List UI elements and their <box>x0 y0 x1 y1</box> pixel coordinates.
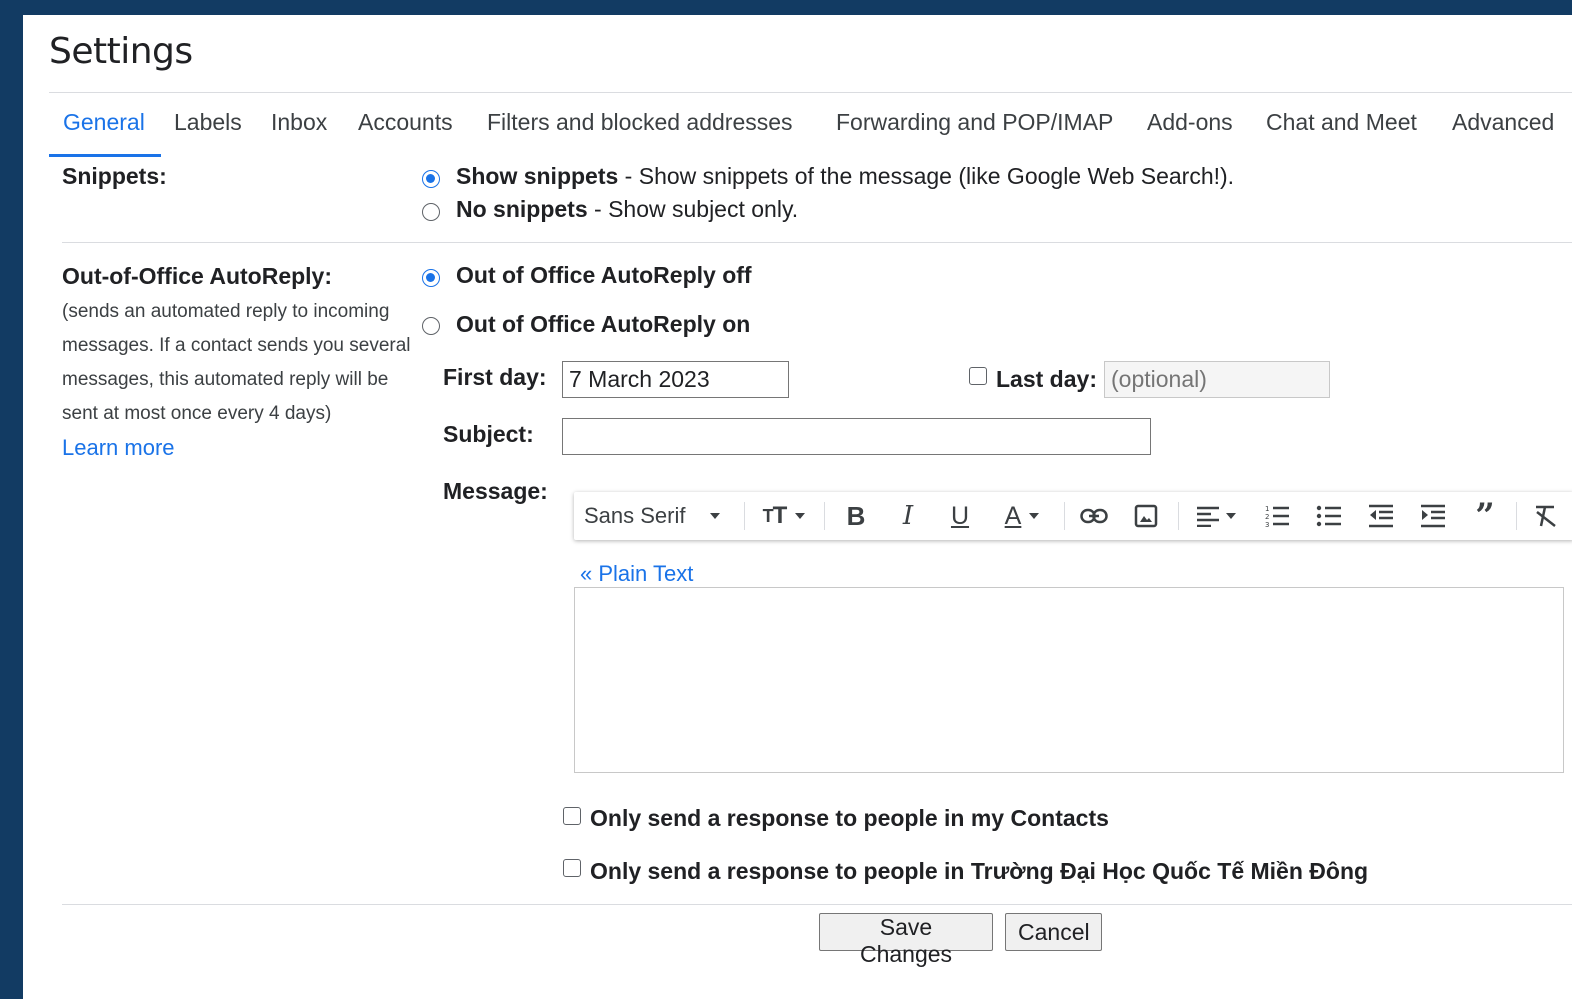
toolbar-separator <box>1516 502 1517 530</box>
last-day-checkbox[interactable] <box>969 367 987 385</box>
autoreply-on-title: Out of Office AutoReply on <box>456 311 751 337</box>
plain-text-link[interactable]: « Plain Text <box>580 561 693 587</box>
learn-more-link[interactable]: Learn more <box>62 435 175 460</box>
no-snippets-desc: - Show subject only. <box>587 196 799 222</box>
svg-text:1: 1 <box>1265 505 1269 513</box>
org-only-label: Only send a response to people in Trường… <box>590 858 1369 884</box>
footer-divider <box>62 904 1572 905</box>
settings-tabs: General Labels Inbox Accounts Filters an… <box>49 92 1572 158</box>
toolbar-separator <box>744 502 745 530</box>
message-label: Message: <box>443 478 548 504</box>
autoreply-off-option: Out of Office AutoReply off <box>456 262 752 289</box>
tab-filters[interactable]: Filters and blocked addresses <box>487 109 793 136</box>
tab-forwarding[interactable]: Forwarding and POP/IMAP <box>836 109 1113 136</box>
cancel-button[interactable]: Cancel <box>1005 913 1102 951</box>
no-snippets-radio[interactable] <box>422 203 440 221</box>
svg-text:3: 3 <box>1265 521 1269 528</box>
show-snippets-option: Show snippets - Show snippets of the mes… <box>456 163 1234 190</box>
numbered-list-icon[interactable]: 123 <box>1257 492 1297 540</box>
no-snippets-option: No snippets - Show subject only. <box>456 196 798 223</box>
indent-more-icon[interactable] <box>1413 492 1453 540</box>
toolbar-separator <box>1064 502 1065 530</box>
quote-icon[interactable]: ” <box>1465 492 1505 540</box>
indent-less-icon[interactable] <box>1361 492 1401 540</box>
autoreply-description: (sends an automated reply to incoming me… <box>62 295 422 467</box>
last-day-label: Last day: <box>996 366 1097 392</box>
autoreply-on-radio[interactable] <box>422 317 440 335</box>
section-divider <box>62 242 1572 243</box>
formatting-toolbar: Sans Serif TT B I U A 123 ” <box>574 492 1572 540</box>
show-snippets-radio[interactable] <box>422 170 440 188</box>
toolbar-separator <box>1178 502 1179 530</box>
bulleted-list-icon[interactable] <box>1309 492 1349 540</box>
tab-general[interactable]: General <box>63 109 145 136</box>
last-day-input[interactable] <box>1104 361 1330 398</box>
snippets-label: Snippets: <box>62 163 167 189</box>
first-day-input[interactable] <box>562 361 789 398</box>
autoreply-label: Out-of-Office AutoReply: <box>62 263 333 289</box>
link-icon[interactable] <box>1074 492 1114 540</box>
font-family-value: Sans Serif <box>584 503 686 528</box>
bold-icon[interactable]: B <box>836 492 876 540</box>
toolbar-separator <box>824 502 825 530</box>
font-family-dropdown[interactable]: Sans Serif <box>584 492 744 540</box>
settings-panel: Settings General Labels Inbox Accounts F… <box>23 15 1572 999</box>
page-title: Settings <box>49 31 193 72</box>
no-snippets-title: No snippets <box>456 196 588 222</box>
text-color-icon[interactable]: A <box>992 492 1052 540</box>
svg-text:2: 2 <box>1265 513 1269 521</box>
contacts-only-checkbox[interactable] <box>563 807 581 825</box>
autoreply-off-radio[interactable] <box>422 269 440 287</box>
autoreply-off-title: Out of Office AutoReply off <box>456 262 752 288</box>
subject-label: Subject: <box>443 421 534 447</box>
org-only-checkbox[interactable] <box>563 859 581 877</box>
tab-inbox[interactable]: Inbox <box>271 109 327 136</box>
show-snippets-title: Show snippets <box>456 163 619 189</box>
italic-icon[interactable]: I <box>888 492 928 540</box>
font-size-icon[interactable]: TT <box>752 492 816 540</box>
tab-accounts[interactable]: Accounts <box>358 109 453 136</box>
active-tab-indicator <box>49 154 161 157</box>
autoreply-description-text: (sends an automated reply to incoming me… <box>62 301 411 424</box>
subject-input[interactable] <box>562 418 1151 455</box>
chevron-down-icon <box>709 513 720 519</box>
first-day-label: First day: <box>443 364 547 390</box>
align-icon[interactable] <box>1188 492 1244 540</box>
remove-formatting-icon[interactable] <box>1526 492 1566 540</box>
save-changes-button[interactable]: Save Changes <box>819 913 993 967</box>
image-icon[interactable] <box>1126 492 1166 540</box>
contacts-only-label: Only send a response to people in my Con… <box>590 805 1109 831</box>
message-editor[interactable] <box>574 587 1564 773</box>
tab-labels[interactable]: Labels <box>174 109 242 136</box>
tab-advanced[interactable]: Advanced <box>1452 109 1554 136</box>
autoreply-on-option: Out of Office AutoReply on <box>456 311 750 338</box>
underline-icon[interactable]: U <box>940 492 980 540</box>
tab-add-ons[interactable]: Add-ons <box>1147 109 1233 136</box>
show-snippets-desc: - Show snippets of the message (like Goo… <box>618 163 1235 189</box>
tab-chat-and-meet[interactable]: Chat and Meet <box>1266 109 1417 136</box>
